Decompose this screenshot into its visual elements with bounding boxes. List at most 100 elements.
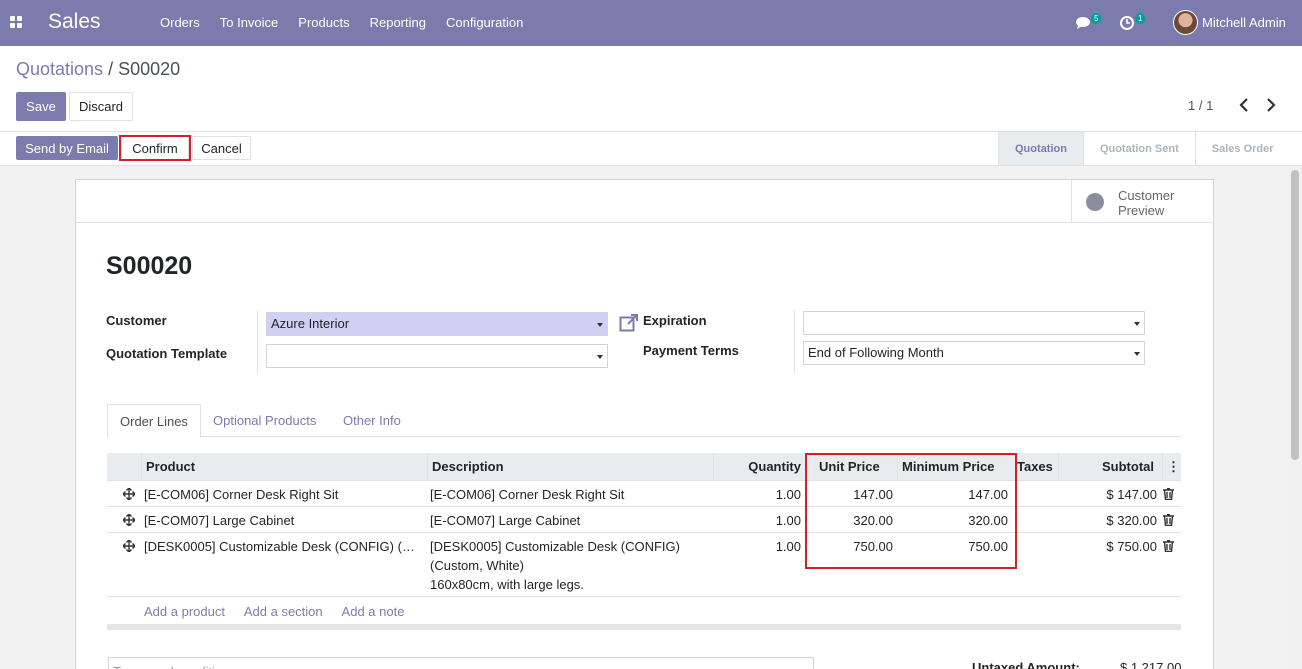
description-cell: [E-COM06] Corner Desk Right Sit [430,487,625,502]
untaxed-amount-value: $ 1,217.00 [1120,660,1182,669]
breadcrumb-separator: / [103,59,119,79]
field-separator [794,310,795,374]
trash-icon[interactable] [1163,488,1174,500]
table-header: Product Description Quantity Unit Price … [107,453,1181,481]
external-link-icon[interactable] [619,313,639,333]
user-menu[interactable]: Mitchell Admin [1202,15,1286,30]
add-line-links: Add a product Add a section Add a note [144,604,420,619]
quantity-cell: 1.00 [775,487,801,502]
smart-button-box: Customer Preview [76,180,1213,223]
column-unit-price[interactable]: Unit Price [805,453,897,481]
pager-value[interactable]: 1 / 1 [1188,98,1213,113]
clock-icon [1120,16,1134,30]
chevron-down-icon[interactable] [1134,352,1140,356]
vertical-scrollbar[interactable] [1288,166,1302,669]
tab-optional-products[interactable]: Optional Products [201,404,328,437]
user-avatar[interactable] [1173,10,1198,35]
quotation-template-field[interactable] [266,344,608,368]
breadcrumb: Quotations / S00020 [16,59,180,80]
column-subtotal[interactable]: Subtotal [1058,453,1162,481]
column-description[interactable]: Description [427,453,714,481]
column-taxes[interactable]: Taxes [1013,453,1058,481]
payment-terms-value: End of Following Month [808,345,944,360]
drag-handle-icon[interactable] [123,488,135,500]
trash-icon[interactable] [1163,540,1174,552]
customer-value: Azure Interior [271,316,350,331]
stage-quotation[interactable]: Quotation [998,132,1083,165]
control-panel: Quotations / S00020 Save Discard 1 / 1 [0,46,1302,132]
drag-handle-icon[interactable] [123,514,135,526]
chevron-down-icon[interactable] [597,323,603,327]
menu-configuration[interactable]: Configuration [436,0,533,46]
product-cell: [DESK0005] Customizable Desk (CONFIG) (… [144,539,415,554]
pager-previous-icon[interactable] [1237,97,1251,113]
save-button[interactable]: Save [16,92,66,121]
chat-count-badge: 5 [1091,13,1102,24]
table-row[interactable]: [E-COM07] Large Cabinet [E-COM07] Large … [107,507,1181,533]
payment-terms-field[interactable]: End of Following Month [803,341,1145,365]
unit-price-cell: 750.00 [853,539,893,554]
chevron-down-icon[interactable] [1134,322,1140,326]
expiration-field[interactable] [803,311,1145,335]
add-note-link[interactable]: Add a note [342,604,405,619]
globe-icon [1086,193,1104,211]
drag-handle-icon[interactable] [123,540,135,552]
customer-preview-button[interactable]: Customer Preview [1071,180,1213,223]
table-row[interactable]: [DESK0005] Customizable Desk (CONFIG) (…… [107,533,1181,597]
minimum-price-cell: 320.00 [968,513,1008,528]
scrollbar-thumb[interactable] [1291,170,1299,460]
table-row[interactable]: [E-COM06] Corner Desk Right Sit [E-COM06… [107,481,1181,507]
discard-button[interactable]: Discard [69,92,133,121]
description-line-1: [DESK0005] Customizable Desk (CONFIG) [430,539,680,554]
minimum-price-cell: 147.00 [968,487,1008,502]
add-product-link[interactable]: Add a product [144,604,225,619]
app-brand[interactable]: Sales [48,10,101,34]
apps-menu-icon[interactable] [10,16,23,29]
quantity-cell: 1.00 [775,539,801,554]
minimum-price-cell: 750.00 [968,539,1008,554]
stage-quotation-sent[interactable]: Quotation Sent [1082,132,1195,165]
expiration-label: Expiration [643,313,707,328]
breadcrumb-current: S00020 [118,59,181,79]
subtotal-cell: $ 147.00 [1106,487,1157,502]
tab-order-lines[interactable]: Order Lines [107,404,201,438]
add-section-link[interactable]: Add a section [244,604,323,619]
activity-count-badge: 1 [1135,13,1146,24]
stage-pipeline: Quotation Quotation Sent Sales Order [998,132,1290,166]
field-separator [257,310,258,374]
send-by-email-button[interactable]: Send by Email [16,136,118,160]
description-line-2: (Custom, White) [430,558,524,573]
menu-orders[interactable]: Orders [150,0,210,46]
subtotal-cell: $ 320.00 [1106,513,1157,528]
menu-to-invoice[interactable]: To Invoice [210,0,289,46]
unit-price-cell: 320.00 [853,513,893,528]
status-bar: Send by Email Confirm Cancel Quotation Q… [0,132,1302,166]
confirm-button[interactable]: Confirm [121,136,189,160]
terms-and-conditions-input[interactable]: Terms and conditions... [108,657,814,669]
payment-terms-label: Payment Terms [643,343,739,358]
notebook-tabs: Order Lines Optional Products Other Info [107,404,1181,438]
cancel-button[interactable]: Cancel [192,136,251,160]
customer-field[interactable]: Azure Interior [266,312,608,336]
tab-other-info[interactable]: Other Info [331,404,413,437]
menu-products[interactable]: Products [288,0,359,46]
chat-icon [1076,17,1090,29]
main-menu: Orders To Invoice Products Reporting Con… [150,0,533,46]
pager-next-icon[interactable] [1264,97,1278,113]
customer-label: Customer [106,313,167,328]
top-navbar: Sales Orders To Invoice Products Reporti… [0,0,1302,46]
breadcrumb-quotations[interactable]: Quotations [16,59,103,79]
column-product[interactable]: Product [141,453,428,481]
table-horizontal-scrollbar[interactable] [107,624,1181,630]
description-cell: [E-COM07] Large Cabinet [430,513,581,528]
unit-price-cell: 147.00 [853,487,893,502]
stage-sales-order[interactable]: Sales Order [1194,132,1290,165]
chevron-down-icon[interactable] [597,355,603,359]
column-minimum-price[interactable]: Minimum Price [897,453,1013,481]
column-quantity[interactable]: Quantity [713,453,805,481]
quotation-template-label: Quotation Template [106,346,228,361]
customer-preview-label: Customer Preview [1118,188,1175,218]
optional-columns-icon[interactable]: ⋮ [1162,453,1181,481]
trash-icon[interactable] [1163,514,1174,526]
menu-reporting[interactable]: Reporting [360,0,436,46]
